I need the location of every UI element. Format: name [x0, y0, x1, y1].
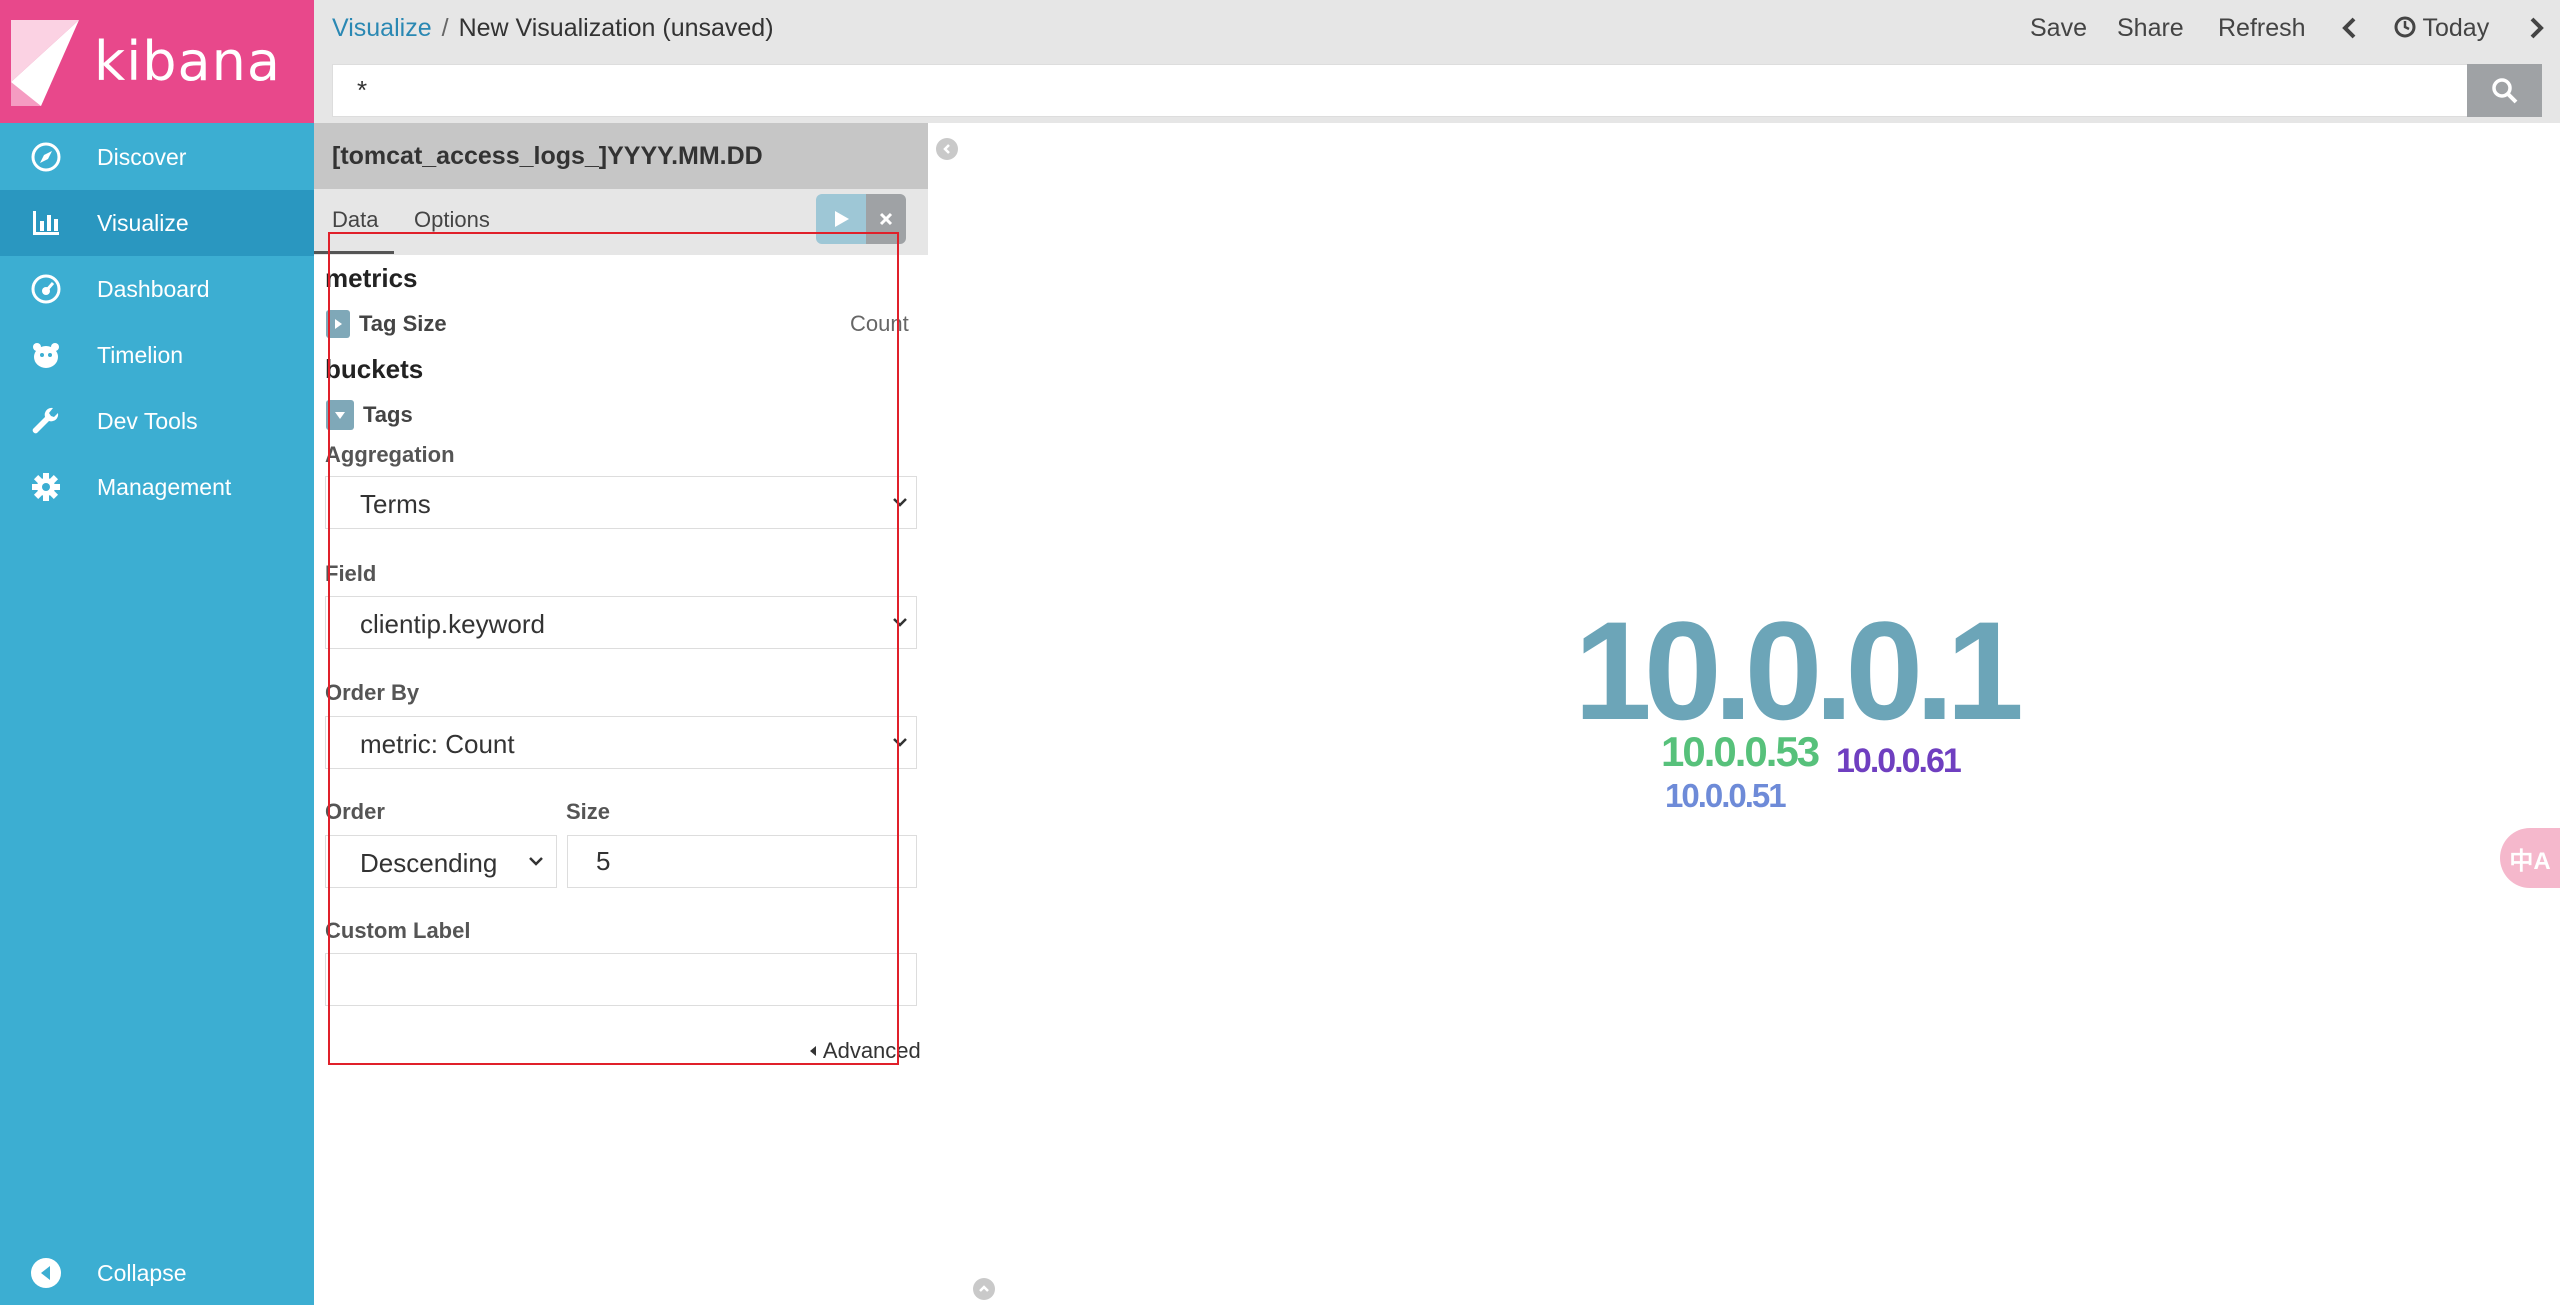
timelion-bear-icon — [28, 337, 64, 373]
sidebar-item-management[interactable]: Management — [0, 454, 314, 520]
search-input[interactable] — [333, 65, 2467, 116]
collapse-arrow-icon — [28, 1255, 64, 1291]
sidebar-item-dev-tools[interactable]: Dev Tools — [0, 388, 314, 454]
sidebar: kibana Discover Visualize Dashboard Time… — [0, 0, 314, 1305]
chevron-up-icon — [979, 1285, 989, 1292]
sidebar-item-label: Visualize — [97, 209, 189, 236]
tag-cloud-word[interactable]: 10.0.0.61 — [1836, 742, 1962, 781]
compass-icon — [28, 139, 64, 175]
chevron-left-icon — [943, 144, 950, 154]
breadcrumb-separator: / — [441, 14, 449, 42]
time-range-label: Today — [2422, 14, 2490, 42]
time-back-button[interactable] — [2340, 16, 2358, 47]
breadcrumb: Visualize / New Visualization (unsaved) — [332, 14, 774, 43]
wrench-icon — [28, 403, 64, 439]
close-icon — [879, 212, 893, 226]
refresh-button[interactable]: Refresh — [2218, 14, 2306, 43]
sidebar-item-discover[interactable]: Discover — [0, 124, 314, 190]
brand-name: kibana — [94, 30, 281, 93]
collapse-editor-button[interactable] — [936, 138, 958, 160]
share-button[interactable]: Share — [2117, 14, 2184, 43]
search-button[interactable] — [2467, 64, 2542, 117]
breadcrumb-current: New Visualization (unsaved) — [458, 14, 774, 42]
tab-data[interactable]: Data — [332, 207, 378, 233]
index-pattern-title: [tomcat_access_logs_]YYYY.MM.DD — [332, 142, 763, 170]
collapse-bottom-button[interactable] — [973, 1278, 995, 1300]
kibana-logo-icon — [11, 20, 79, 106]
chevron-right-icon — [2530, 17, 2544, 39]
annotation-highlight-box — [328, 232, 899, 1065]
kibana-logo[interactable]: kibana — [0, 0, 314, 123]
gear-icon — [28, 469, 64, 505]
time-picker-button[interactable]: Today — [2394, 14, 2489, 43]
clock-icon — [2394, 16, 2416, 38]
sidebar-collapse-button[interactable]: Collapse — [0, 1240, 314, 1306]
tag-cloud-word[interactable]: 10.0.0.53 — [1661, 728, 1820, 776]
sidebar-item-label: Timelion — [97, 341, 184, 368]
query-bar — [332, 64, 2468, 117]
top-nav: Visualize / New Visualization (unsaved) Sa… — [314, 0, 2560, 123]
dashboard-gauge-icon — [28, 271, 64, 307]
time-forward-button[interactable] — [2528, 16, 2546, 47]
bar-chart-icon — [28, 205, 64, 241]
sidebar-item-timelion[interactable]: Timelion — [0, 322, 314, 388]
translate-icon: 中A — [2509, 847, 2551, 875]
sidebar-item-label: Dashboard — [97, 275, 210, 302]
sidebar-item-dashboard[interactable]: Dashboard — [0, 256, 314, 322]
tag-cloud-word[interactable]: 10.0.0.51 — [1665, 777, 1787, 815]
save-button[interactable]: Save — [2030, 14, 2087, 43]
breadcrumb-link-visualize[interactable]: Visualize — [332, 14, 432, 42]
chevron-left-icon — [2342, 17, 2356, 39]
index-pattern-header: [tomcat_access_logs_]YYYY.MM.DD — [314, 123, 928, 189]
translate-widget[interactable]: 中A — [2500, 828, 2560, 888]
play-icon — [835, 211, 849, 227]
sidebar-item-label: Management — [97, 473, 232, 500]
sidebar-item-label: Dev Tools — [97, 407, 198, 434]
sidebar-item-label: Discover — [97, 143, 187, 170]
sidebar-item-visualize[interactable]: Visualize — [0, 190, 314, 256]
tab-options[interactable]: Options — [414, 207, 490, 233]
collapse-label: Collapse — [97, 1259, 187, 1286]
search-icon — [2491, 77, 2517, 103]
